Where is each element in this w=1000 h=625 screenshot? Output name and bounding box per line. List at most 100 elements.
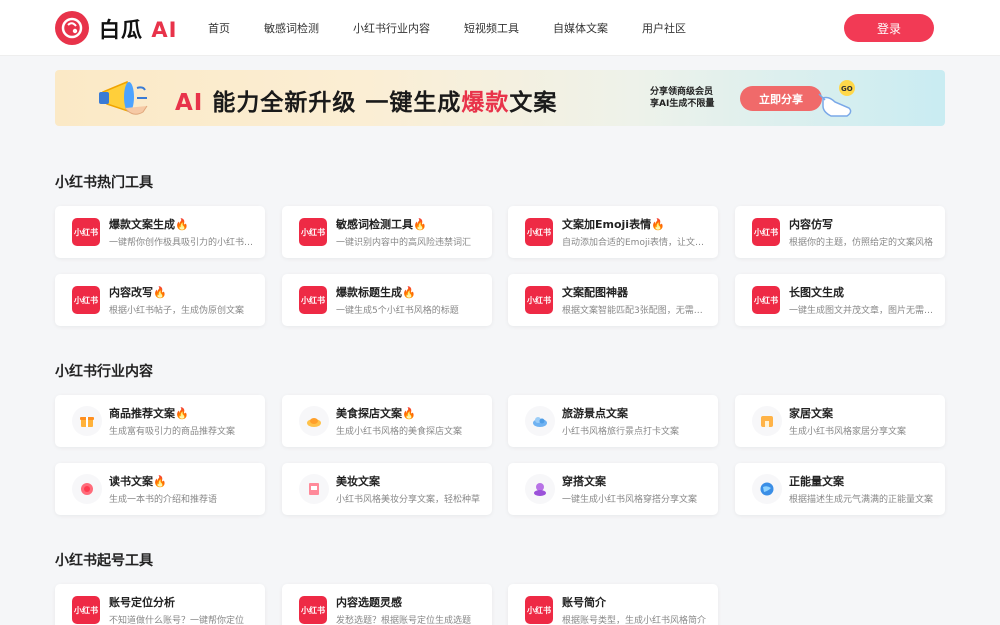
gift-icon <box>72 406 102 436</box>
card-title: 读书文案🔥 <box>109 475 167 488</box>
tool-card[interactable]: 读书文案🔥 生成一本书的介绍和推荐语 <box>55 463 265 515</box>
card-title: 内容选题灵感 <box>336 596 402 609</box>
tool-card[interactable]: 美食探店文案🔥 生成小红书风格的美食探店文案 <box>282 395 492 447</box>
xhs-icon: 小红书 <box>299 596 327 624</box>
megaphone-icon <box>97 78 167 124</box>
tool-card[interactable]: 商品推荐文案🔥 生成富有吸引力的商品推荐文案 <box>55 395 265 447</box>
tool-card[interactable]: 美妆文案 小红书风格美妆分享文案，轻松种草 <box>282 463 492 515</box>
nav-item-community[interactable]: 用户社区 <box>642 20 686 36</box>
home-icon <box>752 406 782 436</box>
card-title: 内容仿写 <box>789 218 833 231</box>
xhs-icon: 小红书 <box>752 286 780 314</box>
card-desc: 生成小红书风格的美食探店文案 <box>336 427 463 437</box>
xhs-icon: 小红书 <box>72 218 100 246</box>
card-desc: 不知道做什么账号？一键帮你定位 <box>109 616 245 625</box>
card-title: 正能量文案 <box>789 475 844 488</box>
nav-item-short-video[interactable]: 短视频工具 <box>464 20 519 36</box>
book-icon <box>72 474 102 504</box>
globe-icon <box>752 474 782 504</box>
card-desc: 根据文案智能匹配3张配图，无需版权 <box>562 306 710 316</box>
nav-item-sensitive-words[interactable]: 敏感词检测 <box>264 20 319 36</box>
promo-banner[interactable]: AI 能力全新升级 一键生成爆款文案 分享领商级会员 享AI生成不限量 立即分享… <box>55 70 945 126</box>
card-desc: 根据小红书帖子，生成伪原创文案 <box>109 306 245 316</box>
banner-title: AI 能力全新升级 一键生成爆款文案 <box>175 83 557 117</box>
login-button[interactable]: 登录 <box>844 14 934 42</box>
card-title: 账号定位分析 <box>109 596 175 609</box>
card-desc: 生成一本书的介绍和推荐语 <box>109 495 218 505</box>
tool-card[interactable]: 小红书 文案配图神器 根据文案智能匹配3张配图，无需版权 <box>508 274 718 326</box>
tool-card[interactable]: 小红书 敏感词检测工具🔥 一键识别内容中的高风险违禁词汇 <box>282 206 492 258</box>
tool-card[interactable]: 小红书 账号简介 根据账号类型，生成小红书风格简介 <box>508 584 718 625</box>
nav-item-xhs-industry[interactable]: 小红书行业内容 <box>353 20 430 36</box>
nav-item-home[interactable]: 首页 <box>208 20 230 36</box>
main-nav: 首页 敏感词检测 小红书行业内容 短视频工具 自媒体文案 用户社区 <box>208 0 720 56</box>
card-desc: 根据你的主题，仿照给定的文案风格 <box>789 238 934 248</box>
card-title: 内容改写🔥 <box>109 286 167 299</box>
nav-item-self-media[interactable]: 自媒体文案 <box>553 20 608 36</box>
card-desc: 自动添加合适的Emoji表情，让文案更生动 <box>562 238 710 248</box>
card-title: 爆款标题生成🔥 <box>336 286 416 299</box>
xhs-icon: 小红书 <box>525 286 553 314</box>
logo-text[interactable]: 白瓜 AI <box>99 14 177 44</box>
card-title: 旅游景点文案 <box>562 407 628 420</box>
card-title: 文案配图神器 <box>562 286 628 299</box>
logo-name: 白瓜 <box>99 18 143 42</box>
card-title: 美食探店文案🔥 <box>336 407 416 420</box>
xhs-icon: 小红书 <box>752 218 780 246</box>
share-button[interactable]: 立即分享 <box>740 86 822 111</box>
banner-title-end: 文案 <box>509 90 558 116</box>
outfit-icon <box>525 474 555 504</box>
banner-title-ai: AI <box>175 90 204 116</box>
tool-card[interactable]: 小红书 内容仿写 根据你的主题，仿照给定的文案风格 <box>735 206 945 258</box>
tool-card[interactable]: 旅游景点文案 小红书风格旅行景点打卡文案 <box>508 395 718 447</box>
card-title: 家居文案 <box>789 407 833 420</box>
card-desc: 小红书风格美妆分享文案，轻松种草 <box>336 495 481 505</box>
card-desc: 一键生成图文并茂文章，图片无需版权 <box>789 306 937 316</box>
section-title-industry: 小红书行业内容 <box>55 364 153 380</box>
tool-card[interactable]: 家居文案 生成小红书风格家居分享文案 <box>735 395 945 447</box>
card-desc: 根据描述生成元气满满的正能量文案 <box>789 495 934 505</box>
food-icon <box>299 406 329 436</box>
makeup-icon <box>299 474 329 504</box>
card-title: 敏感词检测工具🔥 <box>336 218 427 231</box>
banner-sub-line2: 享AI生成不限量 <box>650 99 715 109</box>
card-desc: 一键生成小红书风格穿搭分享文案 <box>562 495 698 505</box>
card-title: 爆款文案生成🔥 <box>109 218 189 231</box>
card-title: 账号简介 <box>562 596 606 609</box>
card-title: 美妆文案 <box>336 475 380 488</box>
banner-title-highlight: 爆款 <box>461 90 510 116</box>
logo-icon[interactable] <box>55 11 89 45</box>
xhs-icon: 小红书 <box>525 596 553 624</box>
card-desc: 小红书风格旅行景点打卡文案 <box>562 427 680 437</box>
card-desc: 一键生成5个小红书风格的标题 <box>336 306 459 316</box>
xhs-icon: 小红书 <box>299 286 327 314</box>
banner-subtitle: 分享领商级会员 享AI生成不限量 <box>650 86 730 110</box>
card-desc: 一键帮你创作极具吸引力的小红书文案 <box>109 238 257 248</box>
banner-title-mid: 能力全新升级 一键生成 <box>203 90 462 116</box>
tool-card[interactable]: 小红书 长图文生成 一键生成图文并茂文章，图片无需版权 <box>735 274 945 326</box>
cloud-icon <box>525 406 555 436</box>
tool-card[interactable]: 穿搭文案 一键生成小红书风格穿搭分享文案 <box>508 463 718 515</box>
card-desc: 一键识别内容中的高风险违禁词汇 <box>336 238 472 248</box>
tool-card[interactable]: 小红书 内容选题灵感 发愁选题？根据账号定位生成选题 <box>282 584 492 625</box>
tool-card[interactable]: 小红书 内容改写🔥 根据小红书帖子，生成伪原创文案 <box>55 274 265 326</box>
card-desc: 生成小红书风格家居分享文案 <box>789 427 907 437</box>
card-desc: 发愁选题？根据账号定位生成选题 <box>336 616 472 625</box>
tool-card[interactable]: 小红书 爆款文案生成🔥 一键帮你创作极具吸引力的小红书文案 <box>55 206 265 258</box>
card-title: 穿搭文案 <box>562 475 606 488</box>
xhs-icon: 小红书 <box>299 218 327 246</box>
card-title: 商品推荐文案🔥 <box>109 407 189 420</box>
tool-card[interactable]: 小红书 账号定位分析 不知道做什么账号？一键帮你定位 <box>55 584 265 625</box>
card-title: 文案加Emoji表情🔥 <box>562 218 665 231</box>
card-desc: 根据账号类型，生成小红书风格简介 <box>562 616 707 625</box>
logo-ai: AI <box>151 18 178 42</box>
tool-card[interactable]: 小红书 爆款标题生成🔥 一键生成5个小红书风格的标题 <box>282 274 492 326</box>
tool-card[interactable]: 小红书 文案加Emoji表情🔥 自动添加合适的Emoji表情，让文案更生动 <box>508 206 718 258</box>
tool-card[interactable]: 正能量文案 根据描述生成元气满满的正能量文案 <box>735 463 945 515</box>
hand-tag: GO <box>841 85 853 93</box>
top-header: 白瓜 AI 首页 敏感词检测 小红书行业内容 短视频工具 自媒体文案 用户社区 … <box>0 0 1000 56</box>
xhs-icon: 小红书 <box>72 596 100 624</box>
card-title: 长图文生成 <box>789 286 844 299</box>
section-title-startup-tools: 小红书起号工具 <box>55 553 153 569</box>
xhs-icon: 小红书 <box>72 286 100 314</box>
